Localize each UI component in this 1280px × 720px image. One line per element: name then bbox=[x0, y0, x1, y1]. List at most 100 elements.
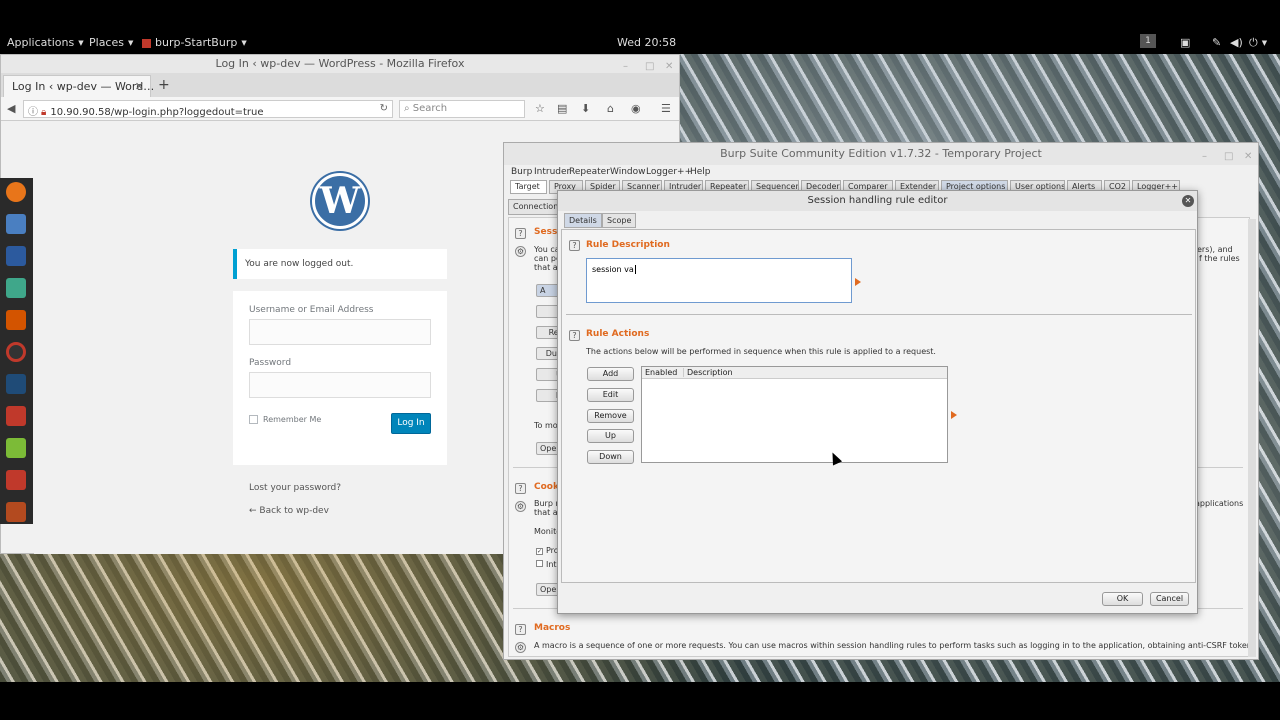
menu-help[interactable]: Help bbox=[690, 167, 711, 177]
workspace-indicator[interactable]: 1 bbox=[1140, 34, 1156, 48]
insecure-lock-icon: 🔒︎ bbox=[41, 107, 47, 118]
tab-details[interactable]: Details bbox=[564, 213, 602, 228]
column-enabled[interactable]: Enabled bbox=[645, 368, 677, 377]
settings-icon[interactable]: ⚙ bbox=[515, 246, 526, 257]
rule-actions-heading: Rule Actions bbox=[586, 329, 650, 339]
dock bbox=[0, 178, 33, 524]
menu-window[interactable]: Window bbox=[610, 167, 646, 177]
new-tab-button[interactable]: + bbox=[158, 77, 170, 93]
menu-logger[interactable]: Logger++ bbox=[646, 167, 692, 177]
help-icon[interactable]: ? bbox=[515, 228, 526, 239]
back-to-site-link[interactable]: ← Back to wp-dev bbox=[249, 506, 329, 516]
navigation-bar: ◀ ⓘ 🔒︎ 10.90.90.58/wp-login.php?loggedout=… bbox=[1, 97, 679, 121]
add-action-button[interactable]: Add bbox=[587, 367, 634, 381]
text-caret bbox=[634, 265, 636, 274]
cookie-jar-text-right: applications bbox=[1195, 499, 1244, 508]
sessions-text: You ca bbox=[534, 245, 560, 254]
browser-tab[interactable]: Log In ‹ wp-dev — Word… ✕ bbox=[3, 75, 155, 97]
clock[interactable]: Wed 20:58 bbox=[617, 36, 676, 49]
pocket-icon[interactable]: ◉ bbox=[631, 102, 641, 115]
back-icon[interactable]: ◀ bbox=[7, 102, 15, 115]
notes-icon[interactable] bbox=[6, 438, 26, 458]
burp-window-title: Burp Suite Community Edition v1.7.32 - T… bbox=[720, 147, 1042, 160]
edit-action-button[interactable]: Edit bbox=[587, 388, 634, 402]
search-input[interactable]: ⌕ Search bbox=[399, 100, 525, 118]
help-icon[interactable]: ? bbox=[515, 483, 526, 494]
cancel-button[interactable]: Cancel bbox=[1150, 592, 1189, 606]
kali-dragon-icon[interactable] bbox=[6, 374, 26, 394]
lost-password-link[interactable]: Lost your password? bbox=[249, 483, 341, 493]
applications-menu[interactable]: Applications ▼ bbox=[7, 36, 84, 49]
table-header: Enabled Description bbox=[642, 367, 947, 379]
search-icon: ⌕ bbox=[404, 103, 413, 114]
network-icon[interactable]: ▣ bbox=[1180, 36, 1190, 49]
menu-burp[interactable]: Burp bbox=[511, 167, 532, 177]
close-icon[interactable]: ✕ bbox=[1182, 195, 1194, 207]
menu-icon[interactable]: ☰ bbox=[661, 102, 671, 115]
help-icon[interactable]: ? bbox=[515, 624, 526, 635]
username-label: Username or Email Address bbox=[249, 305, 374, 315]
macros-text: A macro is a sequence of one or more req… bbox=[534, 641, 1250, 650]
expand-arrow-icon[interactable] bbox=[855, 278, 861, 286]
expand-arrow-icon[interactable] bbox=[951, 411, 957, 419]
firefox-icon[interactable] bbox=[6, 182, 26, 202]
tab-scope[interactable]: Scope bbox=[602, 213, 637, 228]
info-icon[interactable]: ⓘ bbox=[28, 107, 38, 118]
faraday-icon[interactable] bbox=[6, 406, 26, 426]
session-rule-editor-dialog: Session handling rule editor ✕ Details S… bbox=[557, 190, 1198, 614]
reload-icon[interactable]: ↻ bbox=[380, 103, 388, 114]
password-input[interactable] bbox=[249, 372, 431, 398]
up-action-button[interactable]: Up bbox=[587, 429, 634, 443]
remember-me-checkbox[interactable]: Remember Me bbox=[249, 415, 321, 424]
burp-suite-icon[interactable] bbox=[6, 310, 26, 330]
download-icon[interactable]: ⬇ bbox=[581, 102, 590, 115]
tools-icon[interactable]: ✎ bbox=[1212, 36, 1221, 49]
close-tab-icon[interactable]: ✕ bbox=[135, 80, 144, 93]
help-icon[interactable]: ? bbox=[569, 330, 580, 341]
volume-icon[interactable]: ◀) bbox=[1230, 36, 1243, 49]
column-description[interactable]: Description bbox=[683, 368, 733, 377]
maltego-icon[interactable] bbox=[6, 342, 26, 362]
places-label: Places bbox=[89, 36, 124, 49]
firefox-titlebar: Log In ‹ wp-dev — WordPress - Mozilla Fi… bbox=[1, 55, 679, 73]
actions-table[interactable]: Enabled Description bbox=[641, 366, 948, 463]
app-menu-label: burp-StartBurp bbox=[155, 36, 238, 49]
checkbox-unchecked[interactable] bbox=[536, 560, 543, 567]
settings-icon[interactable]: ⚙ bbox=[515, 642, 526, 653]
burp-launcher-icon[interactable] bbox=[6, 502, 26, 522]
ok-button[interactable]: OK bbox=[1102, 592, 1143, 606]
tab-target[interactable]: Target bbox=[510, 180, 547, 194]
username-input[interactable] bbox=[249, 319, 431, 345]
armitage-icon[interactable] bbox=[6, 278, 26, 298]
bookmark-star-icon[interactable]: ☆ bbox=[535, 102, 545, 115]
tab-connections[interactable]: Connection bbox=[508, 199, 564, 215]
power-icon[interactable]: ⏻ ▼ bbox=[1249, 36, 1267, 50]
checkbox-box[interactable] bbox=[249, 415, 258, 424]
login-button[interactable]: Log In bbox=[391, 413, 431, 434]
remove-action-button[interactable]: Remove bbox=[587, 409, 634, 423]
dialog-title: Session handling rule editor bbox=[807, 195, 948, 206]
metasploit-icon[interactable] bbox=[6, 246, 26, 266]
chevron-down-icon: ▼ bbox=[127, 39, 134, 47]
down-action-button[interactable]: Down bbox=[587, 450, 634, 464]
checkbox-checked[interactable]: ✓ bbox=[536, 548, 543, 555]
rule-description-input[interactable]: session va bbox=[586, 258, 852, 303]
url-bar[interactable]: ⓘ 🔒︎ 10.90.90.58/wp-login.php?loggedout=tr… bbox=[23, 100, 393, 118]
settings-icon[interactable]: ⚙ bbox=[515, 501, 526, 512]
proxy-checkbox[interactable]: ✓ Pro bbox=[536, 546, 559, 555]
app-menu[interactable]: burp-StartBurp ▼ bbox=[142, 36, 247, 49]
desktop: Applications ▼ Places ▼ burp-StartBurp ▼ We… bbox=[0, 0, 1280, 720]
library-icon[interactable]: ▤ bbox=[557, 102, 567, 115]
files-icon[interactable] bbox=[6, 214, 26, 234]
places-menu[interactable]: Places ▼ bbox=[89, 36, 133, 49]
password-label: Password bbox=[249, 358, 292, 368]
terminal-icon[interactable] bbox=[6, 470, 26, 490]
menu-intruder[interactable]: Intruder bbox=[534, 167, 570, 177]
wordpress-logo[interactable]: W bbox=[312, 173, 368, 229]
menu-repeater[interactable]: Repeater bbox=[569, 167, 610, 177]
vertical-scrollbar[interactable] bbox=[1248, 219, 1256, 657]
burp-menubar: Burp Intruder Repeater Window Logger++ H… bbox=[504, 165, 1258, 179]
home-icon[interactable]: ⌂ bbox=[607, 102, 614, 115]
help-icon[interactable]: ? bbox=[569, 240, 580, 251]
tab-title: Log In ‹ wp-dev — Word… bbox=[12, 80, 155, 93]
